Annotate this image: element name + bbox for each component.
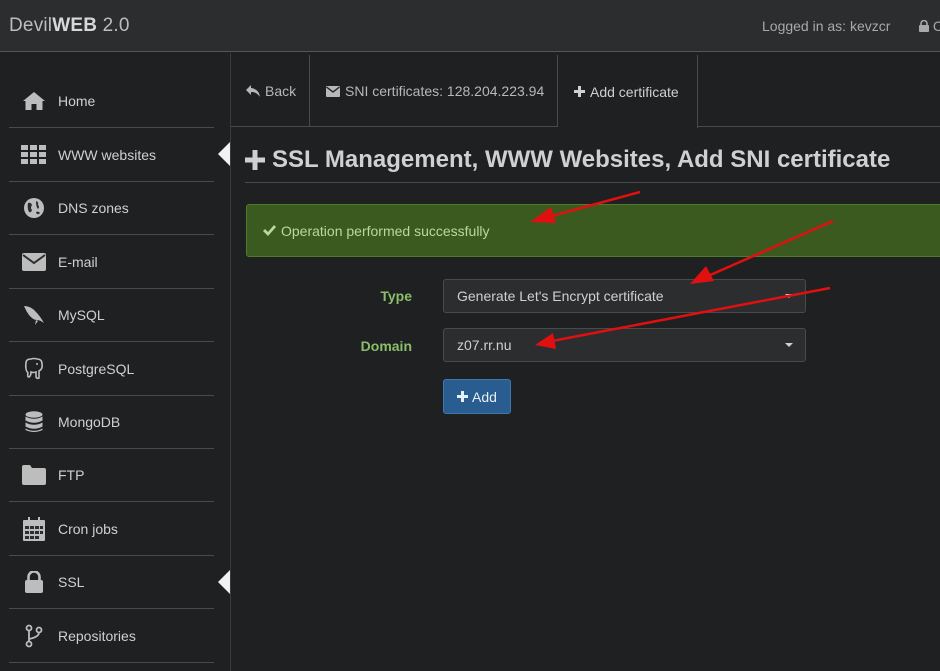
logout-link[interactable]: C xyxy=(919,18,940,34)
type-select[interactable]: Generate Let's Encrypt certificate xyxy=(443,279,806,313)
plus-icon xyxy=(245,150,265,170)
sidebar-item-label: Home xyxy=(58,93,96,109)
plus-icon xyxy=(574,86,585,97)
sidebar-item-label: MySQL xyxy=(58,307,105,323)
branch-icon xyxy=(21,623,47,649)
title-divider xyxy=(245,182,940,183)
sidebar-item-repositories[interactable]: Repositories xyxy=(9,610,214,663)
sidebar-item-label: PostgreSQL xyxy=(58,361,135,377)
sidebar: Home WWW websites DNS zones E-mail MySQL… xyxy=(0,53,231,671)
domain-select[interactable]: z07.rr.nu xyxy=(443,328,806,362)
logged-in-user: Logged in as: kevzcr xyxy=(762,18,891,34)
success-alert: Operation performed successfully xyxy=(246,204,940,257)
grid-icon xyxy=(21,142,47,168)
sidebar-item-label: WWW websites xyxy=(58,147,156,163)
sidebar-item-label: DNS zones xyxy=(58,200,129,216)
sidebar-item-mysql[interactable]: MySQL xyxy=(9,289,214,342)
sidebar-item-home[interactable]: Home xyxy=(9,75,214,128)
type-label: Type xyxy=(380,288,412,304)
sidebar-item-label: Repositories xyxy=(58,628,136,644)
sidebar-item-ftp[interactable]: FTP xyxy=(9,449,214,502)
dolphin-icon xyxy=(21,302,47,328)
chevron-down-icon xyxy=(785,343,793,347)
sidebar-item-label: E-mail xyxy=(58,254,98,270)
domain-label: Domain xyxy=(360,338,412,354)
globe-icon xyxy=(21,195,47,221)
reply-icon xyxy=(246,85,260,97)
tab-back[interactable]: Back xyxy=(231,55,310,127)
sidebar-item-www-websites[interactable]: WWW websites xyxy=(9,129,214,182)
sidebar-item-mongodb[interactable]: MongoDB xyxy=(9,396,214,449)
sidebar-item-ssl[interactable]: SSL xyxy=(9,556,214,609)
sidebar-item-e-mail[interactable]: E-mail xyxy=(9,236,214,289)
sidebar-item-dns-zones[interactable]: DNS zones xyxy=(9,182,214,235)
chevron-down-icon xyxy=(785,294,793,298)
add-button[interactable]: Add xyxy=(443,379,511,414)
brand-logo[interactable]: DevilWEB 2.0 xyxy=(9,15,130,37)
tab-bar: Back SNI certificates: 128.204.223.94 Ad… xyxy=(231,53,940,128)
top-bar: DevilWEB 2.0 Logged in as: kevzcr C xyxy=(0,0,940,52)
envelope-icon xyxy=(326,85,340,97)
lock-icon xyxy=(21,569,47,595)
check-icon xyxy=(263,225,276,236)
tab-sni-certificates[interactable]: SNI certificates: 128.204.223.94 xyxy=(310,55,558,127)
sidebar-item-postgresql[interactable]: PostgreSQL xyxy=(9,343,214,396)
envelope-icon xyxy=(21,249,47,275)
sidebar-item-label: Cron jobs xyxy=(58,521,118,537)
active-section-caret xyxy=(218,142,230,166)
sidebar-item-cron-jobs[interactable]: Cron jobs xyxy=(9,503,214,556)
sidebar-item-label: FTP xyxy=(58,467,85,483)
lock-icon xyxy=(919,19,929,32)
home-icon xyxy=(21,88,47,114)
folder-icon xyxy=(21,462,47,488)
sidebar-item-label: MongoDB xyxy=(58,414,121,430)
plus-icon xyxy=(457,391,469,402)
elephant-icon xyxy=(21,356,47,382)
calendar-icon xyxy=(21,516,47,542)
active-section-caret xyxy=(218,570,230,594)
page-title: SSL Management, WWW Websites, Add SNI ce… xyxy=(245,146,890,174)
database-icon xyxy=(21,409,47,435)
tab-add-certificate[interactable]: Add certificate xyxy=(558,55,698,128)
sidebar-item-label: SSL xyxy=(58,574,85,590)
